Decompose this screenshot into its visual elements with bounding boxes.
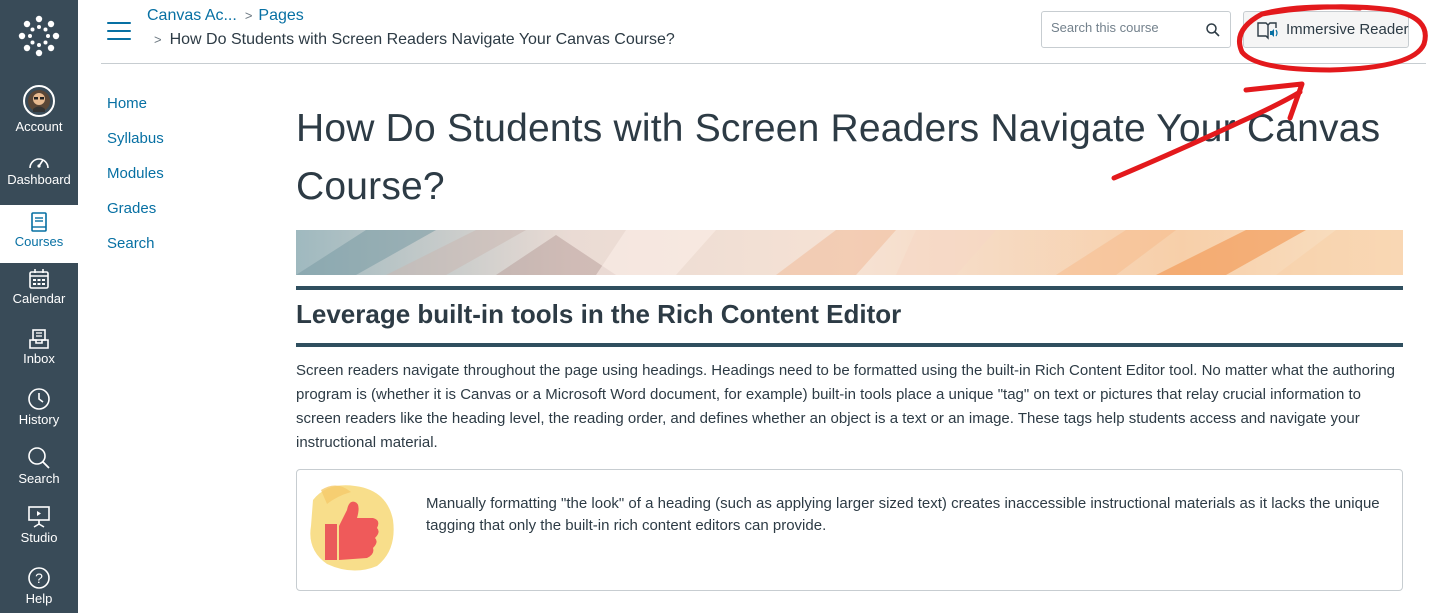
- search-icon[interactable]: [1205, 22, 1221, 38]
- nav-label: Help: [25, 591, 53, 606]
- book-icon: [31, 212, 47, 232]
- immersive-reader-label: Immersive Reader: [1286, 21, 1409, 38]
- nav-courses[interactable]: Courses: [0, 205, 78, 263]
- thumbs-up-icon: [310, 485, 394, 571]
- breadcrumb-page-title: How Do Students with Screen Readers Navi…: [169, 31, 675, 48]
- breadcrumb-course-link[interactable]: Canvas Ac...: [147, 7, 237, 24]
- chevron-right-icon: >: [154, 32, 162, 47]
- clock-icon: [28, 388, 50, 410]
- immersive-reader-icon: [1257, 22, 1278, 40]
- nav-label: Search: [18, 471, 60, 486]
- callout-box: Manually formatting "the look" of a head…: [296, 469, 1403, 591]
- search-input[interactable]: [1051, 20, 1191, 35]
- nav-dashboard[interactable]: Dashboard: [0, 153, 78, 187]
- chevron-right-icon: >: [244, 8, 253, 23]
- nav-history[interactable]: History: [0, 387, 78, 427]
- avatar: [23, 85, 55, 117]
- course-nav-modules[interactable]: Modules: [107, 164, 164, 199]
- canvas-logo[interactable]: [17, 14, 61, 58]
- question-icon: ?: [28, 567, 50, 589]
- svg-text:?: ?: [35, 570, 43, 586]
- breadcrumb: Canvas Ac... > Pages: [147, 7, 304, 25]
- nav-label: Account: [15, 119, 63, 134]
- studio-icon: [28, 506, 50, 528]
- nav-label: Studio: [20, 530, 58, 545]
- nav-label: Courses: [14, 234, 64, 249]
- course-nav-search[interactable]: Search: [107, 234, 164, 269]
- heading-rule-bottom: [296, 343, 1403, 347]
- page-header: Canvas Ac... > Pages > How Do Students with…: [78, 0, 1440, 64]
- nav-studio[interactable]: Studio: [0, 505, 78, 545]
- nav-calendar[interactable]: Calendar: [0, 268, 78, 306]
- course-nav: Home Syllabus Modules Grades Search: [107, 94, 164, 269]
- calendar-icon: [29, 269, 49, 289]
- body-paragraph: Screen readers navigate throughout the p…: [296, 362, 1396, 451]
- nav-account[interactable]: Account: [0, 84, 78, 134]
- inbox-icon: [29, 329, 49, 349]
- nav-label: History: [18, 412, 60, 427]
- section-heading: Leverage built-in tools in the Rich Cont…: [296, 299, 902, 329]
- course-nav-syllabus[interactable]: Syllabus: [107, 129, 164, 164]
- nav-help[interactable]: ? Help: [0, 566, 78, 606]
- search-icon: [28, 447, 50, 469]
- course-nav-home[interactable]: Home: [107, 94, 164, 129]
- nav-search[interactable]: Search: [0, 446, 78, 486]
- breadcrumb-current: > How Do Students with Screen Readers Nav…: [154, 31, 675, 49]
- decorative-banner: [296, 230, 1403, 275]
- header-divider: [101, 63, 1426, 64]
- nav-label: Dashboard: [7, 172, 71, 187]
- page-content: How Do Students with Screen Readers Navi…: [296, 100, 1403, 591]
- nav-label: Inbox: [23, 351, 55, 366]
- immersive-reader-button[interactable]: Immersive Reader: [1243, 11, 1409, 48]
- heading-rule-top: [296, 286, 1403, 290]
- speedometer-icon: [29, 158, 49, 169]
- breadcrumb-pages-link[interactable]: Pages: [258, 7, 303, 24]
- global-nav: Account Dashboard Courses Calendar Inbox…: [0, 0, 78, 613]
- course-nav-grades[interactable]: Grades: [107, 199, 164, 234]
- page-title: How Do Students with Screen Readers Navi…: [296, 107, 1381, 208]
- menu-toggle-icon[interactable]: [107, 22, 131, 42]
- callout-text: Manually formatting "the look" of a head…: [426, 495, 1380, 534]
- nav-label: Calendar: [12, 291, 66, 306]
- nav-inbox[interactable]: Inbox: [0, 328, 78, 366]
- course-search: [1041, 11, 1231, 48]
